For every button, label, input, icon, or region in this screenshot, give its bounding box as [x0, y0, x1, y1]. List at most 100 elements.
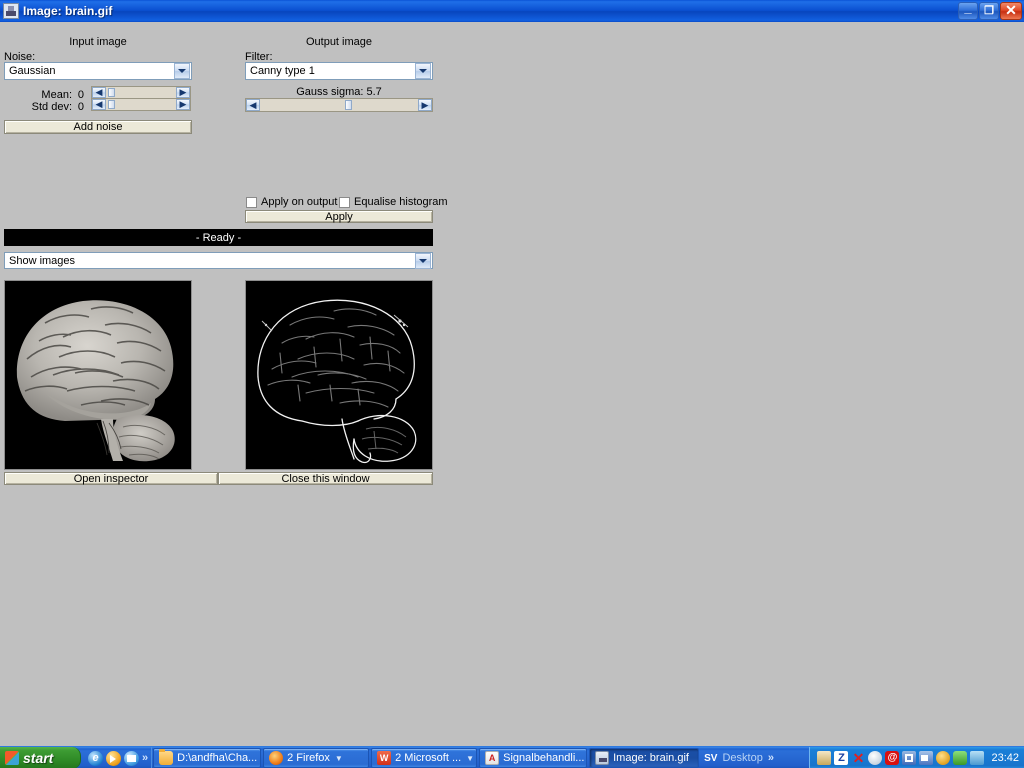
outlook-icon[interactable] — [124, 750, 139, 766]
brain-photo-image — [5, 281, 191, 469]
java-icon — [595, 751, 610, 765]
desktop-toolbar[interactable]: SV Desktop » — [700, 747, 776, 768]
input-image-view[interactable] — [4, 280, 192, 470]
mean-decrement-button[interactable]: ◀ — [92, 87, 106, 98]
quick-launch-bar: » — [81, 747, 153, 768]
close-this-window-button[interactable]: Close this window — [218, 472, 433, 485]
checkbox-icon[interactable] — [246, 196, 257, 208]
mean-slider-track[interactable] — [106, 87, 176, 98]
close-button[interactable]: ✕ — [1000, 2, 1022, 20]
taskbar-button-label: Signalbehandli... — [503, 752, 585, 764]
maximize-icon: ❐ — [984, 4, 994, 17]
tray-icon-updates[interactable] — [953, 751, 968, 765]
right-arrow-icon: ▶ — [421, 99, 429, 110]
filter-type-value: Canny type 1 — [250, 65, 315, 77]
minimize-button[interactable]: _ — [958, 0, 978, 20]
std-dev-decrement-button[interactable]: ◀ — [92, 99, 106, 110]
close-icon: ✕ — [1005, 2, 1017, 18]
output-image-view[interactable] — [245, 280, 433, 470]
taskbar-button-label: D:\andfha\Cha... — [177, 752, 258, 764]
mean-value: 0 — [77, 89, 84, 101]
tray-icon-disc[interactable] — [868, 751, 883, 765]
mean-increment-button[interactable]: ▶ — [176, 87, 190, 98]
sigma-slider-thumb[interactable] — [345, 100, 352, 110]
chevron-down-icon[interactable] — [415, 63, 431, 79]
std-dev-increment-button[interactable]: ▶ — [176, 99, 190, 110]
system-tray: 23:42 — [809, 747, 1024, 768]
status-bar: - Ready - — [4, 229, 433, 246]
start-button[interactable]: start — [0, 747, 81, 768]
apply-on-output-checkbox[interactable]: Apply on output — [246, 196, 337, 208]
minimize-icon: _ — [964, 0, 972, 15]
tray-icon-volume[interactable] — [970, 751, 985, 765]
desktop-chevron-icon[interactable]: » — [768, 752, 774, 764]
media-player-icon[interactable] — [106, 750, 121, 766]
taskbar-button-label: 2 Microsoft ... — [395, 752, 462, 764]
right-arrow-icon: ▶ — [179, 99, 187, 109]
sigma-decrement-button[interactable]: ◀ — [246, 99, 260, 111]
show-images-value: Show images — [9, 254, 76, 267]
noise-type-select[interactable]: Gaussian — [4, 62, 192, 80]
java-coffee-icon — [3, 3, 19, 19]
chevron-down-icon[interactable]: ▼ — [335, 754, 343, 763]
start-button-label: start — [23, 750, 54, 766]
taskbar-button-signalbehandling[interactable]: Signalbehandli... — [479, 748, 588, 768]
tray-icon-network-activity[interactable] — [919, 751, 934, 765]
output-image-header: Output image — [305, 36, 373, 48]
window-title-bar[interactable]: Image: brain.gif _ ❐ ✕ — [0, 0, 1024, 22]
desktop-toolbar-label: Desktop — [722, 752, 763, 764]
filter-type-select[interactable]: Canny type 1 — [245, 62, 433, 80]
add-noise-button[interactable]: Add noise — [4, 120, 192, 134]
taskbar: start » D:\andfha\Cha... 2 Firefox ▼ 2 M… — [0, 746, 1024, 768]
quick-launch-chevron-icon[interactable]: » — [142, 752, 148, 764]
taskbar-button-firefox[interactable]: 2 Firefox ▼ — [263, 748, 370, 768]
noise-type-value: Gaussian — [9, 65, 56, 77]
std-dev-value: 0 — [77, 101, 84, 113]
folder-icon — [159, 749, 174, 765]
left-arrow-icon: ◀ — [249, 99, 257, 110]
std-dev-slider[interactable]: ◀ ▶ — [91, 98, 191, 111]
std-dev-slider-track[interactable] — [106, 99, 176, 110]
sigma-slider-track[interactable] — [260, 99, 418, 111]
std-dev-slider-thumb[interactable] — [108, 100, 115, 109]
gauss-sigma-slider[interactable]: ◀ ▶ — [245, 98, 433, 112]
mean-slider-thumb[interactable] — [108, 88, 115, 97]
tray-icon-messenger[interactable] — [936, 751, 951, 765]
word-icon — [377, 751, 392, 765]
internet-explorer-icon[interactable] — [88, 750, 103, 766]
left-arrow-icon: ◀ — [95, 99, 103, 109]
gauss-sigma-label: Gauss sigma: 5.7 — [296, 86, 382, 98]
chevron-down-icon[interactable] — [174, 63, 190, 79]
firefox-icon — [269, 751, 284, 765]
taskbar-button-image-brain[interactable]: Image: brain.gif — [589, 748, 700, 768]
input-image-header: Input image — [69, 36, 127, 48]
tray-icon-network[interactable] — [902, 751, 917, 765]
application-surface: Input image Output image Noise: Gaussian… — [0, 22, 1024, 746]
maximize-button[interactable]: ❐ — [979, 2, 999, 20]
equalise-histogram-label: Equalise histogram — [354, 196, 448, 208]
taskbar-button-label: 2 Firefox — [287, 752, 330, 764]
open-inspector-button[interactable]: Open inspector — [4, 472, 218, 485]
apply-button[interactable]: Apply — [245, 210, 433, 223]
window-controls: _ ❐ ✕ — [957, 0, 1022, 20]
show-images-select[interactable]: Show images — [4, 252, 433, 269]
taskbar-button-microsoft[interactable]: 2 Microsoft ... ▼ — [371, 748, 478, 768]
chevron-down-icon[interactable] — [415, 252, 431, 269]
tray-icon-zonealarm[interactable] — [834, 751, 849, 765]
chevron-down-icon[interactable]: ▼ — [466, 754, 474, 763]
mean-label: Mean: — [41, 89, 72, 101]
taskbar-button-explorer[interactable]: D:\andfha\Cha... — [153, 748, 262, 768]
sigma-increment-button[interactable]: ▶ — [418, 99, 432, 111]
pdf-icon — [485, 751, 500, 765]
std-dev-label: Std dev: — [31, 101, 72, 113]
apply-on-output-label: Apply on output — [261, 196, 338, 208]
canny-edge-image — [246, 281, 432, 469]
tray-icon-app[interactable] — [817, 751, 832, 765]
equalise-histogram-checkbox[interactable]: Equalise histogram — [339, 196, 448, 208]
tray-icon-close-red[interactable] — [851, 751, 865, 765]
checkbox-icon[interactable] — [339, 196, 350, 208]
right-arrow-icon: ▶ — [179, 87, 187, 97]
clock[interactable]: 23:42 — [991, 752, 1019, 764]
window-title: Image: brain.gif — [23, 4, 113, 18]
tray-icon-antivirus[interactable] — [885, 751, 900, 765]
